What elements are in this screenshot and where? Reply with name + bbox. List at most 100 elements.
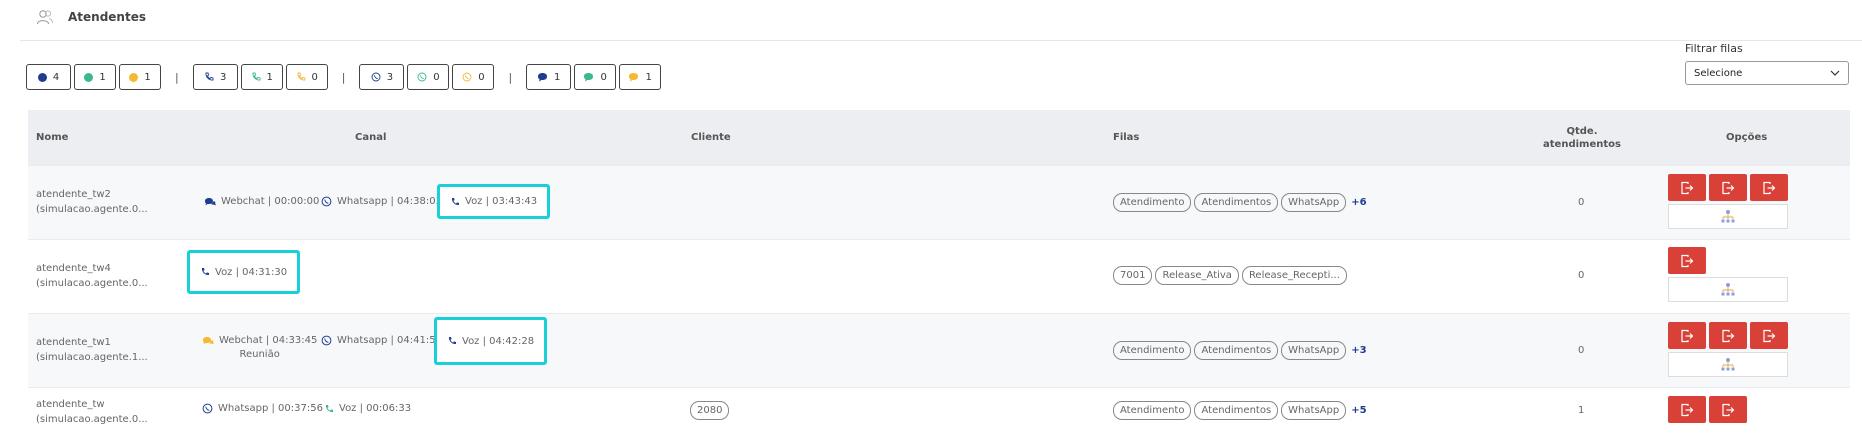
channel-text: Webchat | 04:33:45 (219, 335, 318, 346)
agent-name: atendente_tw (simulacao.agente.0... (36, 397, 148, 427)
dot-icon (37, 72, 47, 82)
options (1668, 322, 1791, 377)
agent-structure-button[interactable] (1668, 277, 1788, 302)
filter-selected-value: Selecione (1694, 67, 1743, 79)
counter-voice-yellow[interactable]: 0 (285, 64, 328, 90)
queue-filter-select[interactable]: Selecione (1685, 61, 1849, 85)
counter-value: 1 (645, 71, 652, 83)
counter-separator: | (341, 70, 346, 84)
logout-button[interactable] (1668, 174, 1706, 201)
channel-voice-highlighted: Voz | 04:31:30 (187, 250, 301, 294)
dot-icon (129, 72, 139, 82)
counter-value: 1 (144, 71, 151, 83)
table-row: atendente_tw (simulacao.agente.0... What… (28, 387, 1850, 443)
page-title: Atendentes (68, 10, 146, 24)
attendance-count: 1 (1578, 405, 1585, 416)
counter-status-blue[interactable]: 4 (26, 64, 71, 90)
col-header-opcoes: Opções (1726, 132, 1768, 143)
chat-bubble-icon (205, 197, 216, 205)
queue-tag: Atendimentos (1194, 341, 1279, 360)
options (1668, 396, 1750, 423)
client-tag: 2080 (690, 401, 730, 420)
table-header: Nome Canal Cliente Filas Qtde. atendimen… (28, 110, 1850, 165)
table-row: atendente_tw2 (simulacao.agente.0... Web… (28, 165, 1850, 239)
logout-button[interactable] (1709, 396, 1747, 423)
logout-icon (1722, 181, 1735, 194)
agent-name: atendente_tw1 (simulacao.agente.1... (36, 335, 148, 365)
counter-whatsapp-green[interactable]: 0 (407, 64, 450, 90)
hierarchy-icon (1721, 282, 1735, 295)
header-divider (20, 40, 1862, 41)
hierarchy-icon (1721, 209, 1735, 222)
queue-tag: WhatsApp (1281, 193, 1347, 212)
attendance-count: 0 (1578, 270, 1585, 281)
logout-button[interactable] (1668, 322, 1706, 349)
queue-tag: Release_Recepti... (1241, 266, 1347, 285)
channel-text: Voz | 03:43:43 (465, 196, 538, 207)
phone-icon (448, 337, 456, 345)
counter-value: 4 (52, 71, 60, 83)
dot-icon (84, 72, 94, 82)
options (1668, 247, 1788, 302)
logout-button[interactable] (1750, 174, 1788, 201)
queues-more-link[interactable]: +5 (1351, 405, 1366, 416)
chat-bubble-icon (203, 336, 214, 344)
channel-whatsapp: Whatsapp | 04:38:03 (321, 196, 442, 207)
queue-tag: Atendimento (1113, 401, 1192, 420)
agent-name: atendente_tw2 (simulacao.agente.0... (36, 187, 148, 217)
logout-icon (1681, 329, 1694, 342)
counter-value: 3 (220, 71, 227, 83)
counter-webchat-blue[interactable]: 1 (526, 64, 572, 90)
logout-icon (1763, 181, 1776, 194)
logout-button[interactable] (1668, 396, 1706, 423)
counter-value: 3 (386, 71, 394, 83)
logout-button[interactable] (1668, 247, 1706, 274)
counter-voice-blue[interactable]: 3 (192, 64, 238, 90)
logout-icon (1763, 329, 1776, 342)
queue-tag: Atendimento (1113, 341, 1192, 360)
counter-status-green[interactable]: 1 (74, 64, 116, 90)
queue-tag: WhatsApp (1281, 401, 1347, 420)
queues-more-link[interactable]: +3 (1351, 345, 1366, 356)
channel-text: Whatsapp | 00:37:56 (218, 403, 323, 414)
counter-whatsapp-yellow[interactable]: 0 (452, 64, 495, 90)
counter-whatsapp-blue[interactable]: 3 (359, 64, 405, 90)
logout-button[interactable] (1750, 322, 1788, 349)
queue-tag: Atendimentos (1194, 401, 1279, 420)
channel-text: Voz | 04:31:30 (215, 266, 288, 278)
col-header-qtde-line1: Qtde. (1566, 125, 1598, 137)
channel-text: Webchat | 00:00:00 (221, 196, 320, 207)
channel-webchat: Webchat | 04:33:45 Reunião (202, 335, 317, 360)
queues-more-link[interactable]: +6 (1351, 197, 1366, 208)
logout-icon (1722, 329, 1735, 342)
chat-bubble-icon (584, 73, 594, 82)
queue-tag: Atendimento (1113, 193, 1192, 212)
channel-text: Voz | 00:06:33 (339, 403, 412, 414)
counter-webchat-green[interactable]: 0 (574, 64, 617, 90)
counter-value: 1 (99, 71, 106, 83)
counter-value: 0 (600, 71, 607, 83)
agent-login: (simulacao.agente.0... (36, 204, 148, 215)
channel-voice: Voz | 00:06:33 (324, 403, 411, 414)
filter-label: Filtrar filas (1685, 42, 1743, 55)
whatsapp-icon (321, 196, 332, 207)
queue-tag: Atendimentos (1194, 193, 1279, 212)
counter-voice-green[interactable]: 1 (240, 64, 283, 90)
phone-icon (297, 72, 305, 81)
table-row: atendente_tw1 (simulacao.agente.1... Web… (28, 313, 1850, 387)
agent-structure-button[interactable] (1668, 352, 1788, 377)
counter-webchat-yellow[interactable]: 1 (619, 64, 662, 90)
agent-login: (simulacao.agente.0... (36, 278, 148, 289)
counter-status-yellow[interactable]: 1 (119, 64, 161, 90)
queue-tag: Release_Ativa (1155, 266, 1239, 285)
logout-button[interactable] (1709, 174, 1747, 201)
logout-button[interactable] (1709, 322, 1747, 349)
attendance-count: 0 (1578, 197, 1585, 208)
col-header-qtde: Qtde. atendimentos (1533, 110, 1631, 165)
client: 2080 (690, 401, 732, 420)
queue-filter: Filtrar filas Selecione (1685, 42, 1849, 85)
channel-webchat: Webchat | 00:00:00 (204, 196, 319, 207)
whatsapp-icon (321, 335, 332, 346)
logout-icon (1681, 254, 1694, 267)
agent-structure-button[interactable] (1668, 204, 1788, 229)
